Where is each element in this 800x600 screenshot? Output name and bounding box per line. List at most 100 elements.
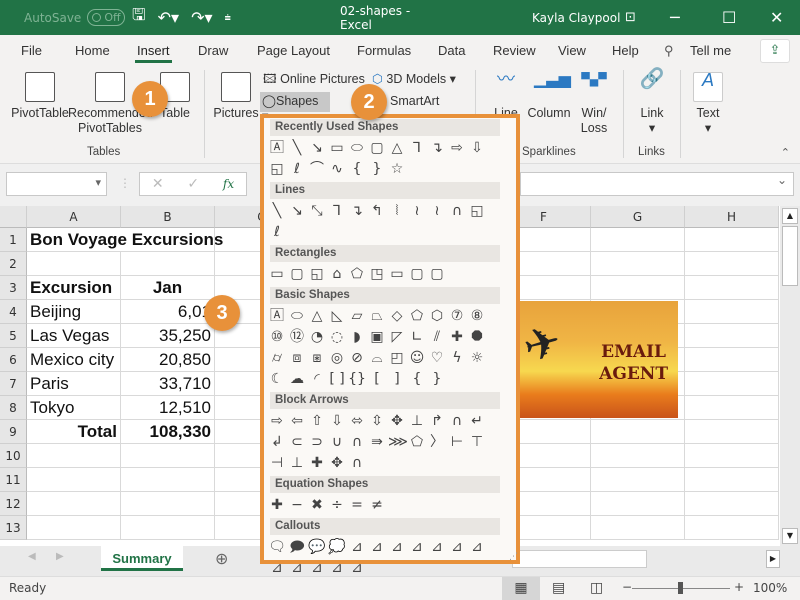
share-button[interactable]: ⇪ bbox=[760, 39, 790, 63]
shape-option[interactable]: ↘ bbox=[288, 201, 306, 221]
horizontal-scrollbar[interactable] bbox=[512, 550, 647, 568]
shape-option[interactable]: ⅂ bbox=[328, 201, 346, 221]
shape-option[interactable]: ⊿ bbox=[308, 558, 326, 578]
shape-option[interactable]: ↱ bbox=[428, 411, 446, 431]
pictures-button[interactable]: Pictures bbox=[212, 72, 260, 121]
shape-option[interactable]: ↘ bbox=[308, 138, 326, 158]
shape-option[interactable]: ⊥ bbox=[408, 411, 426, 431]
row-header[interactable]: 6 bbox=[0, 348, 27, 372]
cell[interactable]: 12,510 bbox=[121, 396, 215, 420]
page-break-view-icon[interactable]: ◫ bbox=[590, 580, 603, 596]
cell[interactable] bbox=[121, 492, 215, 516]
shape-option[interactable]: ⬄ bbox=[348, 411, 366, 431]
autosave-toggle[interactable]: AutoSave Off bbox=[24, 0, 126, 35]
shape-option[interactable]: = bbox=[348, 495, 366, 515]
shape-option[interactable]: ◳ bbox=[368, 264, 386, 284]
shape-option[interactable]: ] bbox=[388, 369, 406, 389]
cell[interactable] bbox=[27, 468, 121, 492]
row-header[interactable]: 7 bbox=[0, 372, 27, 396]
shape-option[interactable]: ✚ bbox=[268, 495, 286, 515]
row-header[interactable]: 12 bbox=[0, 492, 27, 516]
pivottable-button[interactable]: PivotTable bbox=[10, 72, 70, 121]
shape-option[interactable]: ✚ bbox=[448, 327, 466, 347]
cell[interactable]: 108,330 bbox=[121, 420, 215, 444]
row-header[interactable]: 10 bbox=[0, 444, 27, 468]
shape-option[interactable]: ▢ bbox=[408, 264, 426, 284]
shape-option[interactable]: ↴ bbox=[428, 138, 446, 158]
tab-review[interactable]: Review bbox=[493, 43, 536, 58]
shape-option[interactable]: ⦚ bbox=[388, 201, 406, 221]
shape-option[interactable]: ▣ bbox=[368, 327, 386, 347]
select-all-corner[interactable] bbox=[0, 206, 27, 228]
shape-option[interactable]: ϟ bbox=[448, 348, 466, 368]
shape-option[interactable]: ⌒ bbox=[308, 159, 326, 179]
cell[interactable] bbox=[685, 276, 779, 300]
cell[interactable] bbox=[591, 492, 685, 516]
shape-option[interactable]: ↲ bbox=[268, 432, 286, 452]
row-header[interactable]: 2 bbox=[0, 252, 27, 276]
shape-option[interactable]: 🗨 bbox=[268, 537, 286, 557]
cell[interactable] bbox=[685, 372, 779, 396]
search-icon[interactable]: ⚲ bbox=[664, 43, 674, 59]
shape-option[interactable]: ⇨ bbox=[448, 138, 466, 158]
shape-option[interactable]: ≠ bbox=[368, 495, 386, 515]
shape-option[interactable]: ◎ bbox=[328, 348, 346, 368]
row-header[interactable]: 8 bbox=[0, 396, 27, 420]
shape-option[interactable]: ∟ bbox=[408, 327, 426, 347]
resize-grip-icon[interactable]: ⋰ bbox=[509, 552, 518, 562]
shape-option[interactable]: ☺ bbox=[408, 348, 426, 368]
shape-option[interactable]: ↵ bbox=[468, 411, 486, 431]
shape-option[interactable]: ⫽ bbox=[428, 327, 446, 347]
zoom-in-button[interactable]: + bbox=[734, 580, 744, 594]
cell[interactable] bbox=[591, 444, 685, 468]
shape-option[interactable]: } bbox=[368, 159, 386, 179]
tab-formulas[interactable]: Formulas bbox=[357, 43, 411, 58]
user-name[interactable]: Kayla Claypool bbox=[532, 0, 620, 35]
column-header-g[interactable]: G bbox=[591, 206, 685, 228]
zoom-level[interactable]: 100% bbox=[753, 581, 787, 595]
shape-option[interactable]: ╲ bbox=[268, 201, 286, 221]
shape-option[interactable]: ⊤ bbox=[468, 432, 486, 452]
shape-option[interactable]: ⑧ bbox=[468, 306, 486, 326]
insert-function-icon[interactable]: fx bbox=[223, 177, 234, 191]
column-header-b[interactable]: B bbox=[121, 206, 215, 228]
shape-option[interactable]: ⌂ bbox=[328, 264, 346, 284]
shape-option[interactable]: 🗩 bbox=[288, 537, 306, 557]
cell[interactable] bbox=[121, 252, 215, 276]
shape-option[interactable]: ⇩ bbox=[328, 411, 346, 431]
shape-option[interactable]: ⋙ bbox=[388, 432, 408, 452]
shape-option[interactable]: {} bbox=[348, 369, 366, 389]
cell[interactable] bbox=[27, 252, 121, 276]
shape-option[interactable]: △ bbox=[308, 306, 326, 326]
link-button[interactable]: 🔗 Link ▾ bbox=[634, 69, 670, 136]
scroll-up-button[interactable]: ▲ bbox=[782, 208, 798, 224]
shape-option[interactable]: ⊣ bbox=[268, 453, 286, 473]
shape-option[interactable]: ◜ bbox=[308, 369, 326, 389]
prev-sheet-icon[interactable]: ◀ bbox=[28, 551, 36, 562]
shape-option[interactable]: ✥ bbox=[388, 411, 406, 431]
cell[interactable] bbox=[591, 516, 685, 540]
shape-option[interactable]: ℓ bbox=[268, 222, 286, 242]
next-sheet-icon[interactable]: ▶ bbox=[56, 551, 64, 562]
column-header-a[interactable]: A bbox=[27, 206, 121, 228]
shape-option[interactable]: ⊥ bbox=[288, 453, 306, 473]
shape-option[interactable]: ✖ bbox=[308, 495, 326, 515]
zoom-slider-thumb[interactable] bbox=[678, 582, 683, 594]
shape-option[interactable]: ∩ bbox=[348, 432, 366, 452]
shape-option[interactable]: ⬭ bbox=[288, 306, 306, 326]
row-header[interactable]: 3 bbox=[0, 276, 27, 300]
add-sheet-icon[interactable]: ⊕ bbox=[215, 549, 228, 568]
shape-option[interactable]: ↰ bbox=[368, 201, 386, 221]
text-button[interactable]: A Text ▾ bbox=[690, 71, 726, 136]
cell[interactable]: Tokyo bbox=[27, 396, 121, 420]
shape-option[interactable]: ☆ bbox=[388, 159, 406, 179]
shape-option[interactable]: ∩ bbox=[348, 453, 366, 473]
row-header[interactable]: 1 bbox=[0, 228, 27, 252]
shape-option[interactable]: ⑫ bbox=[288, 327, 306, 347]
ribbon-display-icon[interactable]: ⊡ bbox=[625, 0, 636, 35]
shape-option[interactable]: ☾ bbox=[268, 369, 286, 389]
shape-option[interactable]: ⊿ bbox=[288, 558, 306, 578]
shape-option[interactable]: 🄰 bbox=[268, 138, 286, 158]
name-box[interactable] bbox=[6, 172, 107, 196]
cancel-icon[interactable]: ✕ bbox=[152, 176, 164, 192]
